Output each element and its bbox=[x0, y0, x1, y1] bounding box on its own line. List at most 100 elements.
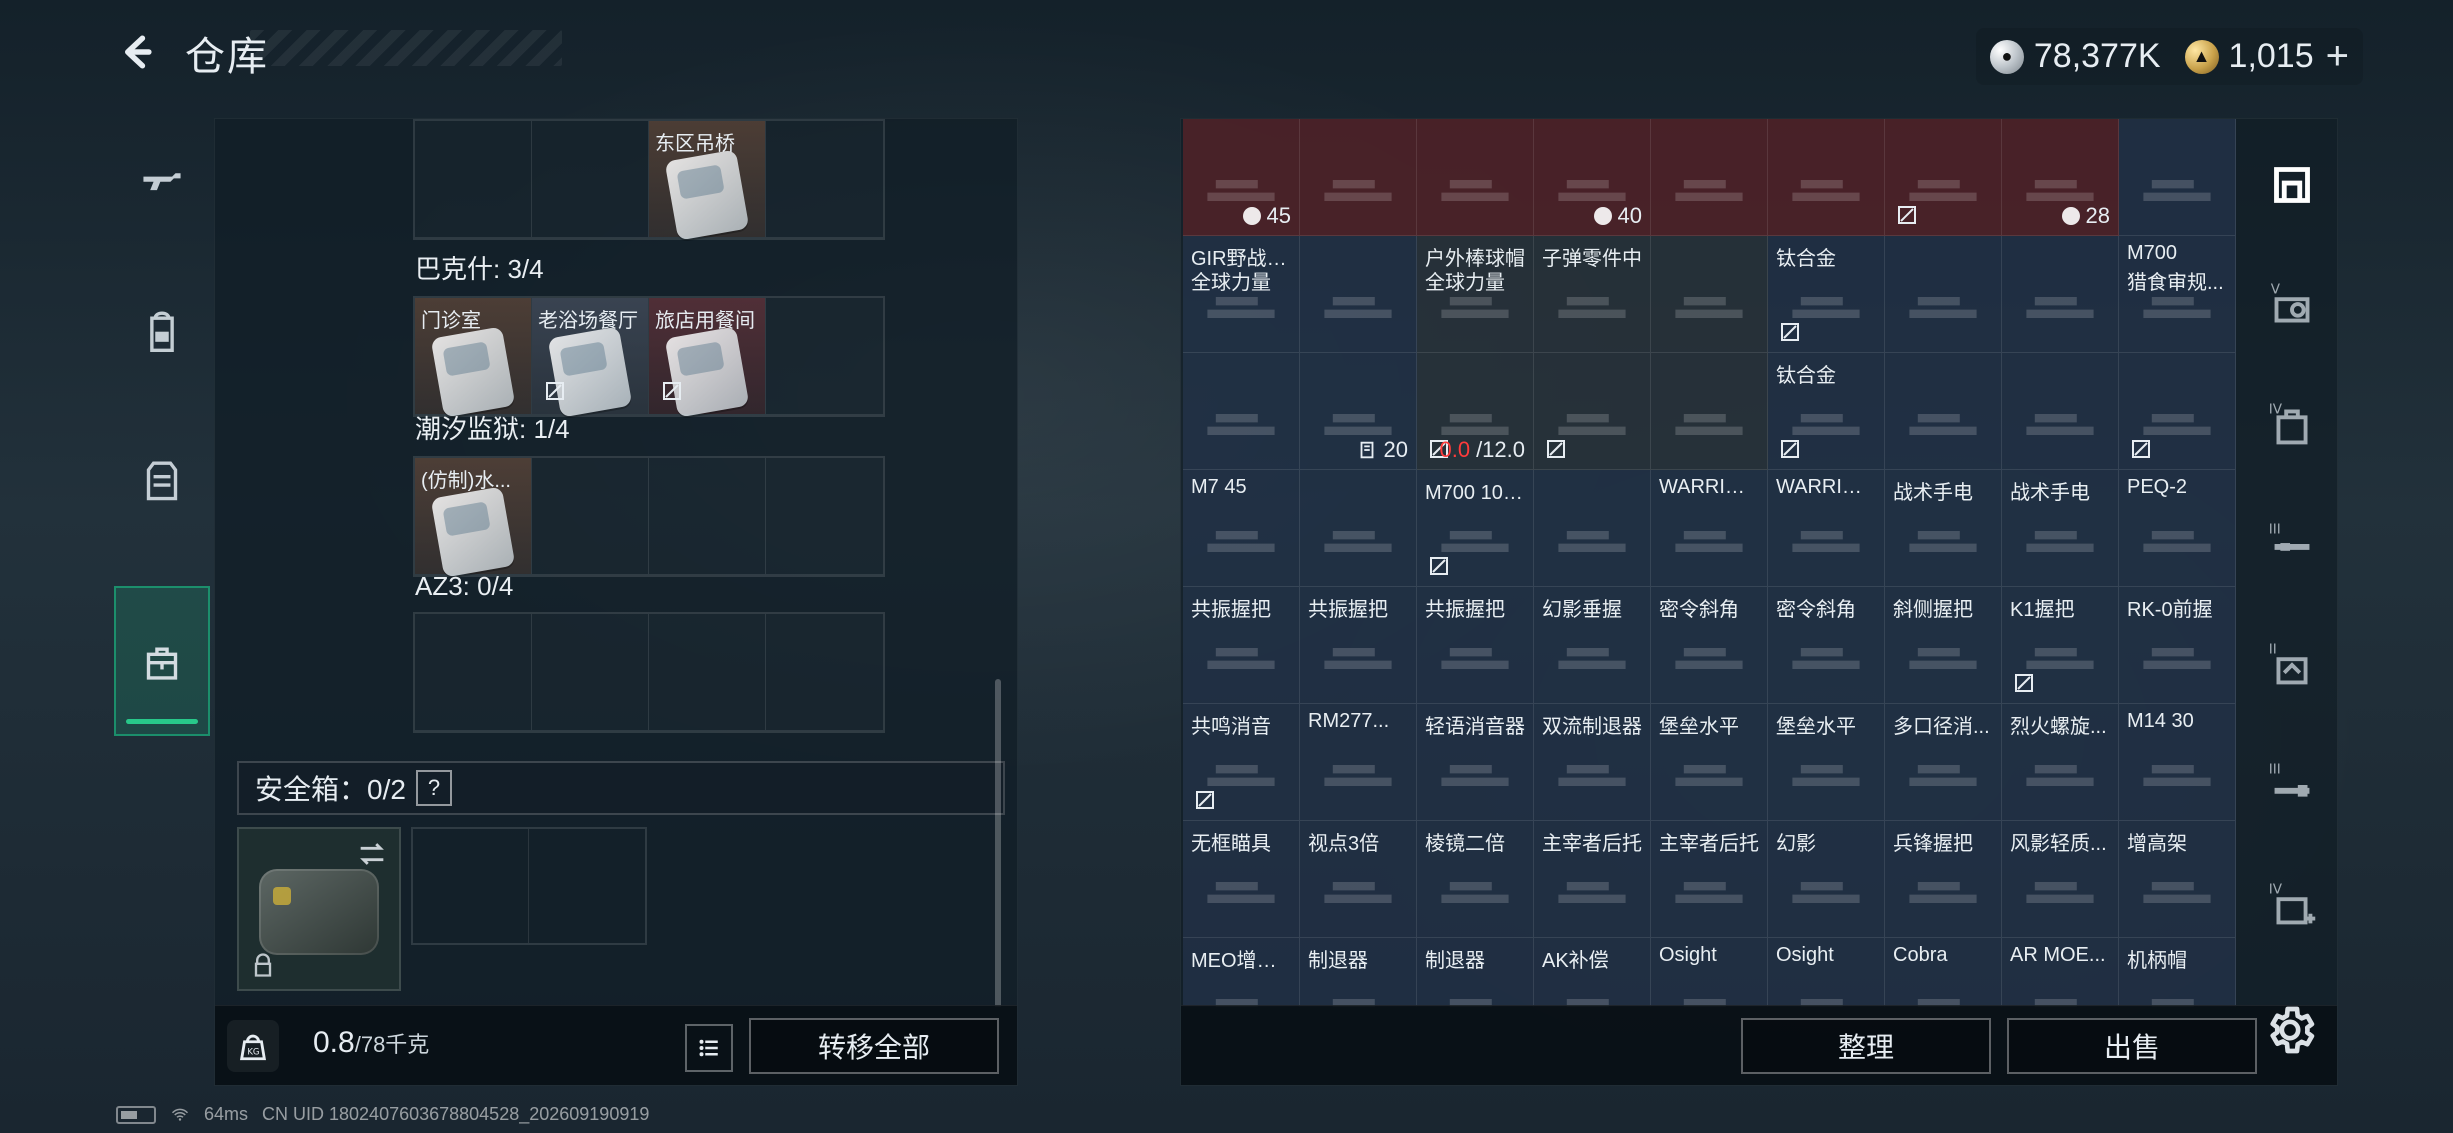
stash-slot[interactable] bbox=[1885, 353, 2002, 470]
settings-gear-icon[interactable] bbox=[2262, 1002, 2318, 1058]
stash-slot[interactable] bbox=[2119, 119, 2236, 236]
category-weapons[interactable] bbox=[114, 110, 210, 250]
stash-slot[interactable]: 密令斜角 bbox=[1768, 587, 1885, 704]
list-view-button[interactable] bbox=[685, 1024, 733, 1072]
stash-slot[interactable] bbox=[1534, 353, 1651, 470]
stash-slot[interactable] bbox=[1768, 119, 1885, 236]
stash-slot[interactable]: 轻语消音器 bbox=[1417, 704, 1534, 821]
stash-slot[interactable]: 斜侧握把 bbox=[1885, 587, 2002, 704]
filter-tier-iii[interactable]: III bbox=[2246, 490, 2338, 600]
swap-icon[interactable] bbox=[355, 837, 389, 871]
stash-slot[interactable]: 棱镜二倍 bbox=[1417, 821, 1534, 938]
transfer-all-button[interactable]: 转移全部 bbox=[749, 1018, 999, 1074]
filter-tier-i[interactable]: III bbox=[2246, 730, 2338, 840]
stash-slot[interactable]: 共振握把 bbox=[1183, 587, 1300, 704]
stash-slot[interactable]: 钛合金 bbox=[1768, 353, 1885, 470]
stash-slot[interactable]: 户外棒球帽 全球力量 bbox=[1417, 236, 1534, 353]
key-slot[interactable] bbox=[766, 458, 883, 575]
stash-slot[interactable]: 幻影 bbox=[1768, 821, 1885, 938]
stash-slot[interactable]: 40 bbox=[1534, 119, 1651, 236]
stash-slot[interactable]: PEQ-2 bbox=[2119, 470, 2236, 587]
stash-slot[interactable] bbox=[1651, 119, 1768, 236]
stash-slot[interactable]: GIR野战胸挂全球力量 bbox=[1183, 236, 1300, 353]
stash-slot[interactable]: Osight bbox=[1768, 938, 1885, 1007]
stash-slot[interactable] bbox=[1885, 119, 2002, 236]
stash-slot[interactable]: 战术手电 bbox=[2002, 470, 2119, 587]
safe-empty-slot[interactable] bbox=[529, 829, 645, 943]
stash-slot[interactable] bbox=[1651, 236, 1768, 353]
stash-slot[interactable]: 20 bbox=[1300, 353, 1417, 470]
category-backpacks[interactable] bbox=[114, 260, 210, 400]
key-slot[interactable] bbox=[766, 121, 883, 238]
stash-slot[interactable] bbox=[1300, 470, 1417, 587]
stash-slot[interactable] bbox=[1534, 470, 1651, 587]
stash-slot[interactable]: 兵锋握把 bbox=[1885, 821, 2002, 938]
stash-slot[interactable]: 共振握把 bbox=[1417, 587, 1534, 704]
stash-slot[interactable]: 钛合金 bbox=[1768, 236, 1885, 353]
stash-slot[interactable]: 风影轻质... bbox=[2002, 821, 2119, 938]
key-slot[interactable] bbox=[415, 614, 532, 731]
help-button[interactable]: ? bbox=[415, 770, 452, 806]
stash-slot[interactable] bbox=[1885, 236, 2002, 353]
stash-slot[interactable]: 双流制退器 bbox=[1534, 704, 1651, 821]
stash-slot[interactable]: 机柄帽 bbox=[2119, 938, 2236, 1007]
stash-slot[interactable]: 幻影垂握 bbox=[1534, 587, 1651, 704]
stash-grid[interactable]: 45 40 28 GIR野战胸挂全球力量户外棒球帽全球力量子弹零件中钛合金 M700猎食… bbox=[1183, 119, 2251, 1007]
add-currency-button[interactable]: + bbox=[2326, 34, 2349, 79]
stash-slot[interactable] bbox=[1300, 119, 1417, 236]
key-card[interactable]: (仿制)水... bbox=[415, 458, 531, 578]
stash-slot[interactable]: 视点3倍 bbox=[1300, 821, 1417, 938]
key-slot[interactable] bbox=[532, 614, 649, 731]
stash-slot[interactable]: 共振握把 bbox=[1300, 587, 1417, 704]
stash-slot[interactable]: 堡垒水平 bbox=[1768, 704, 1885, 821]
filter-all[interactable] bbox=[2246, 130, 2338, 240]
key-slot[interactable] bbox=[532, 121, 649, 238]
stash-slot[interactable] bbox=[2002, 353, 2119, 470]
stash-slot[interactable]: 无框瞄具 bbox=[1183, 821, 1300, 938]
stash-slot[interactable] bbox=[2002, 236, 2119, 353]
stash-slot[interactable]: M700 猎食审规... bbox=[2119, 236, 2236, 353]
stash-slot[interactable]: 0.0/12.0 bbox=[1417, 353, 1534, 470]
left-scrollbar[interactable] bbox=[995, 679, 1001, 1007]
sort-button[interactable]: 整理 bbox=[1741, 1018, 1991, 1074]
category-tools[interactable] bbox=[114, 586, 210, 736]
stash-slot[interactable]: WARRIOR... bbox=[1651, 470, 1768, 587]
filter-tier-iv[interactable]: IV bbox=[2246, 370, 2338, 480]
stash-slot[interactable]: RK-0前握 bbox=[2119, 587, 2236, 704]
stash-slot[interactable]: 28 bbox=[2002, 119, 2119, 236]
stash-slot[interactable]: RM277... bbox=[1300, 704, 1417, 821]
stash-slot[interactable] bbox=[1651, 353, 1768, 470]
stash-slot[interactable]: 战术手电 bbox=[1885, 470, 2002, 587]
stash-slot[interactable]: 共鸣消音 bbox=[1183, 704, 1300, 821]
stash-slot[interactable]: 密令斜角 bbox=[1651, 587, 1768, 704]
stash-slot[interactable]: M7 45 bbox=[1183, 470, 1300, 587]
stash-slot[interactable]: 堡垒水平 bbox=[1651, 704, 1768, 821]
stash-slot[interactable] bbox=[1417, 119, 1534, 236]
safe-box-slot[interactable] bbox=[237, 827, 401, 991]
key-slot[interactable]: 东区吊桥 bbox=[649, 121, 766, 241]
key-slot[interactable] bbox=[532, 458, 649, 575]
sell-button[interactable]: 出售 bbox=[2007, 1018, 2257, 1074]
key-card[interactable]: 东区吊桥 bbox=[649, 121, 765, 241]
stash-slot[interactable]: 子弹零件中 bbox=[1534, 236, 1651, 353]
key-slot[interactable] bbox=[649, 458, 766, 575]
stash-slot[interactable]: AK补偿 bbox=[1534, 938, 1651, 1007]
key-slot[interactable] bbox=[766, 614, 883, 731]
category-armor[interactable] bbox=[114, 410, 210, 550]
stash-slot[interactable]: 多口径消... bbox=[1885, 704, 2002, 821]
stash-slot[interactable] bbox=[1300, 236, 1417, 353]
key-slot[interactable] bbox=[415, 121, 532, 238]
stash-slot[interactable]: 烈火螺旋... bbox=[2002, 704, 2119, 821]
stash-slot[interactable]: K1握把 bbox=[2002, 587, 2119, 704]
back-button[interactable] bbox=[112, 28, 160, 76]
stash-slot[interactable]: 增高架 bbox=[2119, 821, 2236, 938]
safe-empty-slot[interactable] bbox=[413, 829, 529, 943]
stash-slot[interactable]: M14 30 bbox=[2119, 704, 2236, 821]
stash-slot[interactable]: Cobra bbox=[1885, 938, 2002, 1007]
stash-slot[interactable]: 45 bbox=[1183, 119, 1300, 236]
stash-slot[interactable]: AR MOE... bbox=[2002, 938, 2119, 1007]
stash-slot[interactable]: 主宰者后托 bbox=[1534, 821, 1651, 938]
stash-slot[interactable]: 制退器 bbox=[1300, 938, 1417, 1007]
stash-slot[interactable]: WARRIOR... bbox=[1768, 470, 1885, 587]
filter-tier-iv-plus[interactable]: IV bbox=[2246, 850, 2338, 960]
